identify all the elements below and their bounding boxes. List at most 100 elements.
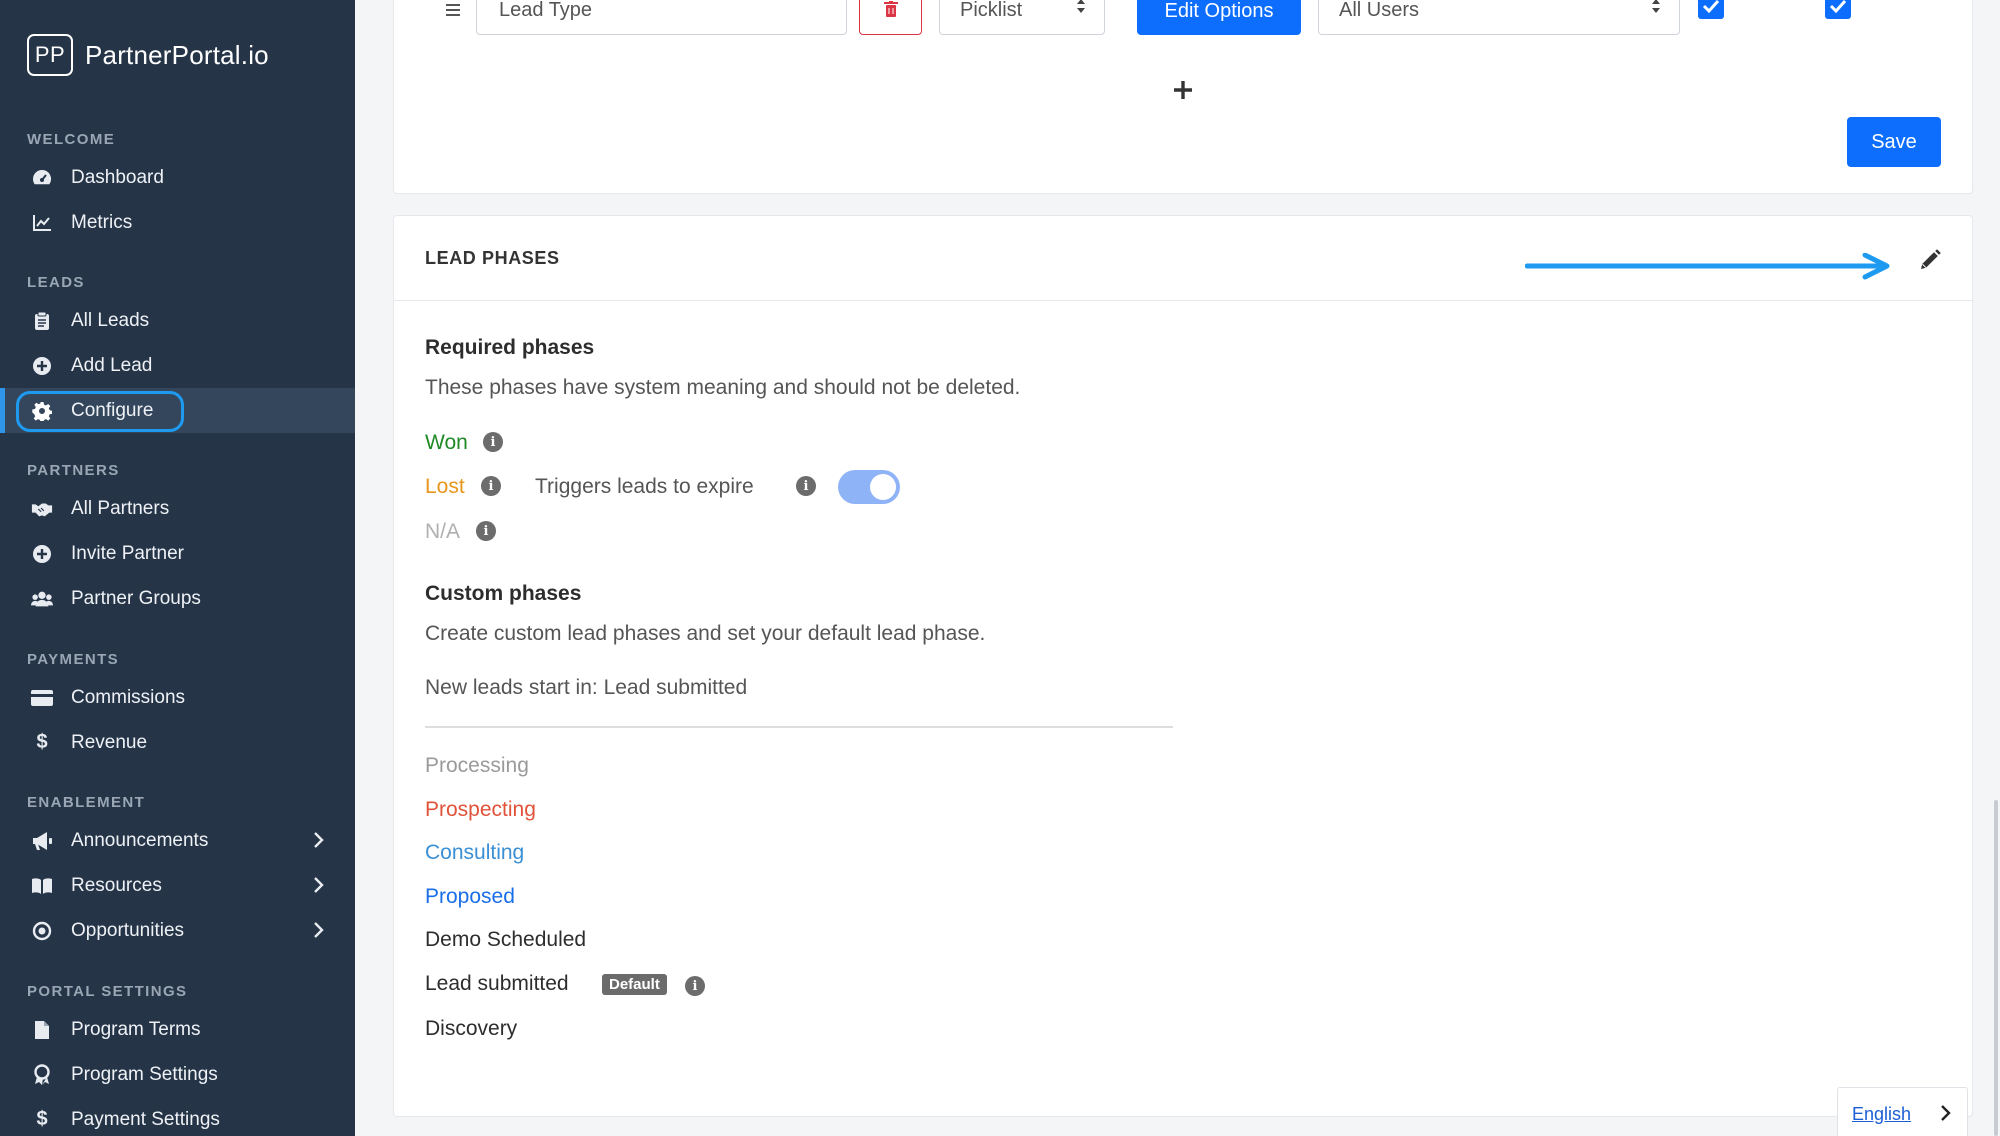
section-leads: LEADS: [27, 274, 85, 291]
info-icon[interactable]: i: [796, 476, 816, 496]
trash-icon: [883, 1, 898, 22]
chevron-right-icon: [312, 921, 324, 945]
sidebar-item-label: Payment Settings: [71, 1108, 220, 1130]
sidebar-item-commissions[interactable]: Commissions: [0, 675, 355, 720]
clipboard-icon: [31, 310, 53, 332]
sidebar-item-label: All Partners: [71, 497, 170, 519]
custom-phases-heading: Custom phases: [425, 582, 582, 605]
plus-circle-icon: [31, 543, 53, 565]
phase-list-divider: [425, 726, 1173, 728]
dollar-icon: $: [36, 1108, 48, 1130]
sidebar-item-opportunities[interactable]: Opportunities: [0, 908, 355, 953]
sidebar-item-metrics[interactable]: Metrics: [0, 200, 355, 245]
sidebar-item-all-leads[interactable]: All Leads: [0, 298, 355, 343]
sidebar-item-dashboard[interactable]: Dashboard: [0, 155, 355, 200]
delete-field-button[interactable]: [859, 0, 922, 35]
sidebar-item-label: Program Terms: [71, 1018, 201, 1040]
save-button[interactable]: Save: [1847, 117, 1941, 167]
phase-lead-submitted: Lead submitted: [425, 972, 569, 995]
required-phases-description: These phases have system meaning and sho…: [425, 376, 1021, 399]
toggle-knob: [870, 474, 896, 500]
section-enablement: ENABLEMENT: [27, 794, 146, 811]
required-phases-heading: Required phases: [425, 336, 595, 359]
section-payments: PAYMENTS: [27, 651, 120, 668]
book-icon: [31, 875, 53, 897]
add-field-plus-icon[interactable]: [1171, 78, 1195, 107]
credit-card-icon: [31, 687, 53, 709]
file-icon: [31, 1019, 53, 1041]
sidebar-item-label: Partner Groups: [71, 587, 201, 609]
sidebar-item-program-settings[interactable]: Program Settings: [0, 1052, 355, 1097]
info-icon[interactable]: i: [481, 476, 501, 496]
info-icon[interactable]: i: [476, 521, 496, 541]
sidebar-item-label: Revenue: [71, 731, 148, 753]
users-icon: [31, 588, 53, 610]
sidebar-item-label: Announcements: [71, 829, 209, 851]
header-divider: [393, 300, 1973, 301]
expire-toggle[interactable]: [838, 470, 900, 504]
required-checkbox[interactable]: [1698, 0, 1724, 19]
section-portal-settings: PORTAL SETTINGS: [27, 983, 188, 1000]
sidebar: PP PartnerPortal.io WELCOME Dashboard Me…: [0, 0, 355, 1136]
gauge-icon: [31, 167, 53, 189]
language-selector[interactable]: English: [1837, 1087, 1968, 1136]
phase-na: N/A: [425, 520, 461, 543]
language-link[interactable]: English: [1852, 1104, 1911, 1125]
brand-logo[interactable]: PP PartnerPortal.io: [27, 34, 269, 76]
gear-icon: [31, 400, 53, 422]
scrollbar[interactable]: [1994, 800, 1998, 1136]
default-phase-text: New leads start in: Lead submitted: [425, 676, 748, 699]
sidebar-item-program-terms[interactable]: Program Terms: [0, 1007, 355, 1052]
pencil-icon[interactable]: [1918, 248, 1942, 277]
field-type-value: Picklist: [960, 0, 1023, 21]
arrow-right-annotation: [1524, 252, 1891, 288]
visibility-value: All Users: [1339, 0, 1420, 21]
sidebar-item-label: Add Lead: [71, 354, 153, 376]
visible-checkbox[interactable]: [1825, 0, 1851, 19]
sidebar-item-add-lead[interactable]: Add Lead: [0, 343, 355, 388]
phase-discovery: Discovery: [425, 1017, 518, 1040]
info-icon[interactable]: i: [483, 432, 503, 452]
sidebar-item-configure[interactable]: Configure: [0, 388, 355, 433]
sidebar-item-label: Opportunities: [71, 919, 185, 941]
sidebar-item-label: Program Settings: [71, 1063, 218, 1085]
info-icon[interactable]: i: [685, 976, 705, 996]
logo-mark: PP: [27, 34, 73, 76]
phase-demo-scheduled: Demo Scheduled: [425, 928, 587, 951]
visibility-select[interactable]: All Users: [1318, 0, 1680, 35]
field-name-input[interactable]: Lead Type: [476, 0, 847, 35]
phase-processing: Processing: [425, 754, 529, 777]
sidebar-item-label: Configure: [71, 399, 154, 421]
sidebar-item-label: Metrics: [71, 211, 133, 233]
expire-label: Triggers leads to expire: [535, 475, 754, 498]
phase-prospecting: Prospecting: [425, 798, 536, 821]
dollar-icon: $: [36, 731, 48, 753]
edit-options-button[interactable]: Edit Options: [1137, 0, 1301, 35]
sidebar-item-label: All Leads: [71, 309, 150, 331]
sidebar-item-label: Commissions: [71, 686, 186, 708]
sidebar-item-announcements[interactable]: Announcements: [0, 818, 355, 863]
sidebar-item-partner-groups[interactable]: Partner Groups: [0, 576, 355, 621]
check-icon: [1702, 0, 1720, 13]
handshake-icon: [31, 498, 53, 520]
section-welcome: WELCOME: [27, 131, 116, 148]
chevron-right-icon[interactable]: [1939, 1104, 1951, 1127]
field-type-select[interactable]: Picklist: [939, 0, 1105, 35]
megaphone-icon: [31, 830, 53, 852]
drag-handle-icon[interactable]: [445, 0, 461, 23]
sidebar-item-invite-partner[interactable]: Invite Partner: [0, 531, 355, 576]
sidebar-item-label: Dashboard: [71, 166, 164, 188]
chevron-right-icon: [312, 876, 324, 900]
section-partners: PARTNERS: [27, 462, 120, 479]
section-title: LEAD PHASES: [425, 248, 560, 268]
sidebar-item-resources[interactable]: Resources: [0, 863, 355, 908]
sidebar-item-all-partners[interactable]: All Partners: [0, 486, 355, 531]
default-badge: Default: [602, 974, 667, 995]
custom-phases-description: Create custom lead phases and set your d…: [425, 622, 986, 645]
sidebar-item-revenue[interactable]: $ Revenue: [0, 720, 355, 765]
sidebar-item-label: Resources: [71, 874, 162, 896]
brand-name: PartnerPortal.io: [85, 39, 269, 70]
sidebar-item-payment-settings[interactable]: $ Payment Settings: [0, 1097, 355, 1136]
phase-proposed: Proposed: [425, 885, 515, 908]
phase-lost: Lost: [425, 475, 465, 498]
